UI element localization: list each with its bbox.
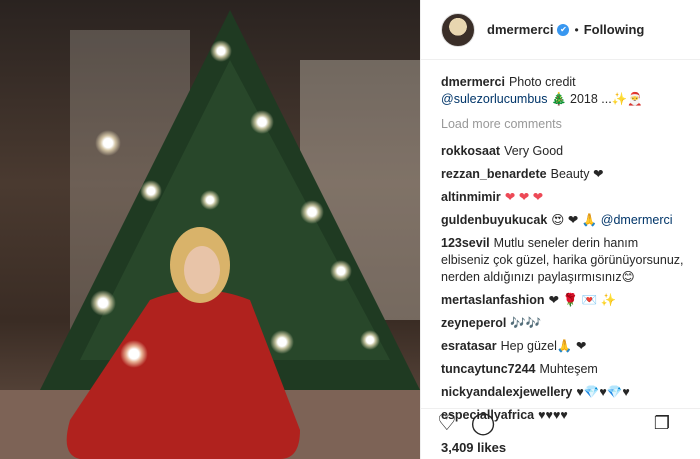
comment: rezzan_benardete Beauty ❤ [441,166,684,183]
comment-username[interactable]: rezzan_benardete [441,167,547,181]
comment-text: Hep güzel🙏 ❤ [500,339,587,353]
following-button[interactable]: Following [584,22,645,37]
header-separator: • [574,22,579,37]
bookmark-icon[interactable]: ❐ [654,414,670,432]
comment-bubble-icon[interactable]: ◯ [471,411,496,434]
comment-text: Muhteşem [539,362,598,376]
comment-username[interactable]: esratasar [441,339,497,353]
comment-username[interactable]: nickyandalexjewellery [441,385,572,399]
caption-suffix: 🎄 2018 ...✨🎅 [550,92,643,106]
comment-mention[interactable]: @dmermerci [601,213,673,227]
caption: dmermerci Photo credit @sulezorlucumbus 🎄… [441,74,684,108]
comment-username[interactable]: zeyneperol [441,316,506,330]
post-side-panel: dmermerci ✔ • Following dmermerci Photo c… [420,0,700,459]
comment: zeyneperol 🎶🎶 [441,315,684,332]
caption-mention[interactable]: @sulezorlucumbus [441,92,547,106]
comment-username[interactable]: 123sevil [441,236,490,250]
like-heart-icon[interactable]: ♡ [437,411,457,434]
avatar[interactable] [441,12,475,47]
comment-text: ❤ 🌹 💌 ✨ [548,293,617,307]
comment: altinmimir ❤ ❤ ❤ [441,189,684,206]
comment-text: Very Good [504,144,564,158]
caption-text: Photo credit [508,75,576,89]
comment: mertaslanfashion ❤ 🌹 💌 ✨ [441,292,684,309]
comment-username[interactable]: mertaslanfashion [441,293,545,307]
load-more-comments-button[interactable]: Load more comments [441,116,684,133]
comment-text: 🎶🎶 [510,316,542,330]
comment-username[interactable]: altinmimir [441,190,501,204]
comment: esratasar Hep güzel🙏 ❤ [441,338,684,355]
post-header: dmermerci ✔ • Following [421,0,700,60]
likes-count[interactable]: 3,409 likes [441,440,506,455]
post-photo[interactable] [0,0,420,459]
comment: nickyandalexjewellery ♥💎♥💎♥ [441,384,684,401]
comment-text: ♥💎♥💎♥ [576,385,630,399]
post-actions-bar: ♡ ◯ ❐ [421,408,700,436]
comment: tuncaytunc7244 Muhteşem [441,361,684,378]
comment-text: 😍 ❤ 🙏 [551,213,601,227]
comment: guldenbuyukucak 😍 ❤ 🙏 @dmermerci [441,212,684,229]
comment-username[interactable]: rokkosaat [441,144,500,158]
comment-username[interactable]: tuncaytunc7244 [441,362,535,376]
comment-text: ❤ ❤ ❤ [504,190,544,204]
comment-username[interactable]: guldenbuyukucak [441,213,547,227]
caption-username[interactable]: dmermerci [441,75,505,89]
comment: rokkosaat Very Good [441,143,684,160]
christmas-tree-photo [0,10,420,459]
comment: 123sevil Mutlu seneler derin hanım elbise… [441,235,684,286]
post-username[interactable]: dmermerci [487,22,553,37]
verified-badge-icon: ✔ [557,23,570,36]
comment-text: Beauty ❤ [550,167,604,181]
comments-list: dmermerci Photo credit @sulezorlucumbus 🎄… [421,60,700,424]
